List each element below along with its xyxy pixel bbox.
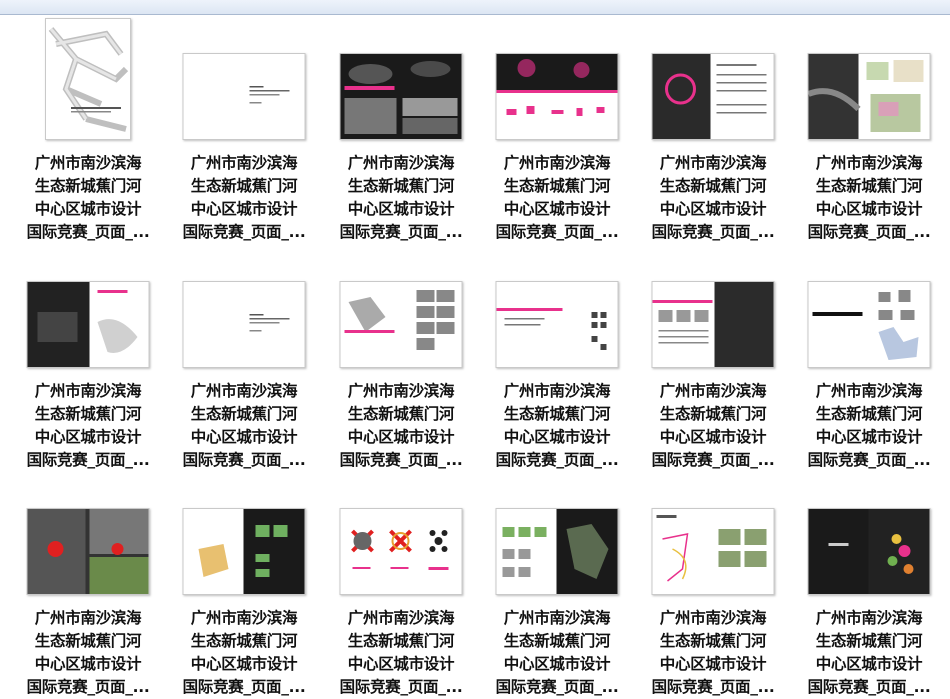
- file-item[interactable]: 广州市南沙滨海 生态新城蕉门河 中心区城市设计 国际竞赛_页面_...: [640, 470, 786, 696]
- file-name: 广州市南沙滨海 生态新城蕉门河 中心区城市设计 国际竞赛_页面_...: [495, 609, 619, 696]
- file-item[interactable]: 广州市南沙滨海 生态新城蕉门河 中心区城市设计 国际竞赛_页面_...: [15, 243, 161, 469]
- file-name: 广州市南沙滨海 生态新城蕉门河 中心区城市设计 国际竞赛_页面_...: [182, 154, 306, 241]
- file-item[interactable]: 广州市南沙滨海 生态新城蕉门河 中心区城市设计 国际竞赛_页面_...: [328, 243, 474, 469]
- file-item[interactable]: 广州市南沙滨海 生态新城蕉门河 中心区城市设计 国际竞赛_页面_...: [15, 470, 161, 696]
- file-item[interactable]: 广州市南沙滨海 生态新城蕉门河 中心区城市设计 国际竞赛_页面_...: [796, 243, 942, 469]
- file-item[interactable]: 广州市南沙滨海 生态新城蕉门河 中心区城市设计 国际竞赛_页面_...: [171, 243, 317, 469]
- file-name: 广州市南沙滨海 生态新城蕉门河 中心区城市设计 国际竞赛_页面_...: [26, 609, 150, 696]
- file-name: 广州市南沙滨海 生态新城蕉门河 中心区城市设计 国际竞赛_页面_...: [495, 382, 619, 469]
- file-name: 广州市南沙滨海 生态新城蕉门河 中心区城市设计 国际竞赛_页面_...: [339, 154, 463, 241]
- file-name: 广州市南沙滨海 生态新城蕉门河 中心区城市设计 国际竞赛_页面_...: [807, 154, 931, 241]
- file-item[interactable]: 广州市南沙滨海 生态新城蕉门河 中心区城市设计 国际竞赛_页面_...: [796, 15, 942, 241]
- file-item[interactable]: 广州市南沙滨海 生态新城蕉门河 中心区城市设计 国际竞赛_页面_...: [484, 243, 630, 469]
- file-name: 广州市南沙滨海 生态新城蕉门河 中心区城市设计 国际竞赛_页面_...: [807, 382, 931, 469]
- file-name: 广州市南沙滨海 生态新城蕉门河 中心区城市设计 国际竞赛_页面_...: [339, 382, 463, 469]
- page-thumbnail: [45, 18, 131, 140]
- page-thumbnail: [495, 53, 619, 140]
- file-name: 广州市南沙滨海 生态新城蕉门河 中心区城市设计 国际竞赛_页面_...: [495, 154, 619, 241]
- file-name: 广州市南沙滨海 生态新城蕉门河 中心区城市设计 国际竞赛_页面_...: [26, 382, 150, 469]
- file-item[interactable]: 广州市南沙滨海 生态新城蕉门河 中心区城市设计 国际竞赛_页面_...: [15, 15, 161, 241]
- page-thumbnail: [182, 53, 306, 140]
- page-thumbnail: [651, 281, 775, 368]
- file-item[interactable]: 广州市南沙滨海 生态新城蕉门河 中心区城市设计 国际竞赛_页面_...: [484, 15, 630, 241]
- file-item[interactable]: 广州市南沙滨海 生态新城蕉门河 中心区城市设计 国际竞赛_页面_...: [328, 15, 474, 241]
- file-name: 广州市南沙滨海 生态新城蕉门河 中心区城市设计 国际竞赛_页面_...: [651, 609, 775, 696]
- page-thumbnail: [651, 53, 775, 140]
- page-thumbnail: [651, 508, 775, 595]
- page-thumbnail: [807, 281, 931, 368]
- page-thumbnail: [339, 281, 463, 368]
- file-name: 广州市南沙滨海 生态新城蕉门河 中心区城市设计 国际竞赛_页面_...: [182, 382, 306, 469]
- file-item[interactable]: 广州市南沙滨海 生态新城蕉门河 中心区城市设计 国际竞赛_页面_...: [171, 470, 317, 696]
- file-item[interactable]: 广州市南沙滨海 生态新城蕉门河 中心区城市设计 国际竞赛_页面_...: [171, 15, 317, 241]
- file-name: 广州市南沙滨海 生态新城蕉门河 中心区城市设计 国际竞赛_页面_...: [182, 609, 306, 696]
- file-item[interactable]: 广州市南沙滨海 生态新城蕉门河 中心区城市设计 国际竞赛_页面_...: [640, 243, 786, 469]
- window-top-bar: [0, 0, 950, 15]
- file-name: 广州市南沙滨海 生态新城蕉门河 中心区城市设计 国际竞赛_页面_...: [339, 609, 463, 696]
- file-item[interactable]: 广州市南沙滨海 生态新城蕉门河 中心区城市设计 国际竞赛_页面_...: [640, 15, 786, 241]
- file-name: 广州市南沙滨海 生态新城蕉门河 中心区城市设计 国际竞赛_页面_...: [651, 382, 775, 469]
- page-thumbnail: [182, 508, 306, 595]
- file-name: 广州市南沙滨海 生态新城蕉门河 中心区城市设计 国际竞赛_页面_...: [651, 154, 775, 241]
- thumbnail-grid: 广州市南沙滨海 生态新城蕉门河 中心区城市设计 国际竞赛_页面_... 广州市南…: [0, 15, 950, 696]
- page-thumbnail: [807, 508, 931, 595]
- page-thumbnail: [26, 281, 150, 368]
- file-item[interactable]: 广州市南沙滨海 生态新城蕉门河 中心区城市设计 国际竞赛_页面_...: [328, 470, 474, 696]
- file-item[interactable]: 广州市南沙滨海 生态新城蕉门河 中心区城市设计 国际竞赛_页面_...: [796, 470, 942, 696]
- page-thumbnail: [182, 281, 306, 368]
- page-thumbnail: [495, 508, 619, 595]
- page-thumbnail: [26, 508, 150, 595]
- page-thumbnail: [807, 53, 931, 140]
- page-thumbnail: [495, 281, 619, 368]
- page-thumbnail: [339, 508, 463, 595]
- file-name: 广州市南沙滨海 生态新城蕉门河 中心区城市设计 国际竞赛_页面_...: [26, 154, 150, 241]
- file-name: 广州市南沙滨海 生态新城蕉门河 中心区城市设计 国际竞赛_页面_...: [807, 609, 931, 696]
- file-item[interactable]: 广州市南沙滨海 生态新城蕉门河 中心区城市设计 国际竞赛_页面_...: [484, 470, 630, 696]
- page-thumbnail: [339, 53, 463, 140]
